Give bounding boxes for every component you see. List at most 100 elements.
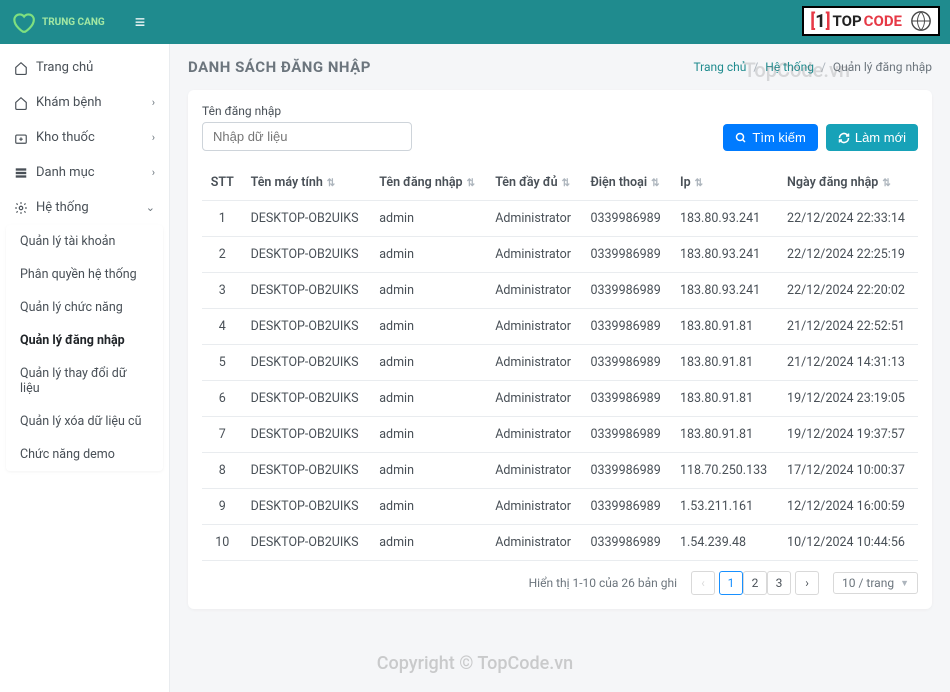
table-row[interactable]: 9DESKTOP-OB2UIKSadminAdministrator033998…: [202, 489, 918, 525]
cell-ip: 1.54.239.48: [672, 525, 779, 561]
pager-next[interactable]: ›: [795, 571, 819, 595]
col-ip[interactable]: Ip⇅: [672, 165, 779, 201]
table-row[interactable]: 1DESKTOP-OB2UIKSadminAdministrator033998…: [202, 201, 918, 237]
cell-computer: DESKTOP-OB2UIKS: [243, 237, 372, 273]
nav-item-1[interactable]: Khám bệnh›: [0, 85, 169, 120]
cell-username: admin: [371, 525, 487, 561]
cell-ip: 183.80.91.81: [672, 417, 779, 453]
list-icon: [14, 166, 28, 180]
nav-label: Kho thuốc: [36, 130, 95, 145]
cell-ip: 1.53.211.161: [672, 489, 779, 525]
table-row[interactable]: 3DESKTOP-OB2UIKSadminAdministrator033998…: [202, 273, 918, 309]
cell-date: 22/12/2024 22:33:14: [779, 201, 918, 237]
table-row[interactable]: 2DESKTOP-OB2UIKSadminAdministrator033998…: [202, 237, 918, 273]
col-computer[interactable]: Tên máy tính⇅: [243, 165, 372, 201]
home-icon: [14, 61, 28, 75]
submenu-item-1[interactable]: Phân quyền hệ thống: [6, 258, 163, 291]
table-row[interactable]: 8DESKTOP-OB2UIKSadminAdministrator033998…: [202, 453, 918, 489]
nav-item-4[interactable]: Hệ thống⌄: [0, 190, 169, 225]
search-input[interactable]: [202, 122, 412, 151]
cell-username: admin: [371, 201, 487, 237]
topbar: TRUNG CANG ≡ [1] TOPCODE: [0, 0, 950, 44]
cell-fullname: Administrator: [487, 273, 582, 309]
cell-username: admin: [371, 417, 487, 453]
cell-fullname: Administrator: [487, 489, 582, 525]
chevron-right-icon: ›: [152, 166, 155, 179]
breadcrumb: Trang chủ / Hệ thống / Quản lý đăng nhập: [693, 60, 932, 74]
col-stt[interactable]: STT: [202, 165, 243, 201]
pager-page-1[interactable]: 1: [719, 571, 743, 595]
nav-item-0[interactable]: Trang chủ: [0, 50, 169, 85]
pager-prev[interactable]: ‹: [691, 571, 715, 595]
cell-date: 22/12/2024 22:25:19: [779, 237, 918, 273]
gear-icon: [14, 201, 28, 215]
refresh-icon: [838, 132, 850, 144]
cell-username: admin: [371, 273, 487, 309]
cell-stt: 2: [202, 237, 243, 273]
breadcrumb-mid[interactable]: Hệ thống: [765, 60, 814, 74]
table-row[interactable]: 7DESKTOP-OB2UIKSadminAdministrator033998…: [202, 417, 918, 453]
cell-phone: 0339986989: [582, 525, 672, 561]
cell-computer: DESKTOP-OB2UIKS: [243, 201, 372, 237]
pager-page-2[interactable]: 2: [743, 571, 767, 595]
heart-logo-icon: [10, 9, 36, 35]
cell-ip: 183.80.91.81: [672, 345, 779, 381]
submenu-item-6[interactable]: Chức năng demo: [6, 438, 163, 471]
main-content: DANH SÁCH ĐĂNG NHẬP Trang chủ / Hệ thống…: [170, 44, 950, 692]
table-row[interactable]: 6DESKTOP-OB2UIKSadminAdministrator033998…: [202, 381, 918, 417]
pager-page-3[interactable]: 3: [767, 571, 791, 595]
nav-item-2[interactable]: Kho thuốc ›: [0, 120, 169, 155]
cell-stt: 10: [202, 525, 243, 561]
pagination-summary: Hiển thị 1-10 của 26 bản ghi: [529, 576, 677, 590]
submenu-item-0[interactable]: Quản lý tài khoản: [6, 225, 163, 258]
cell-phone: 0339986989: [582, 273, 672, 309]
col-username[interactable]: Tên đăng nhập⇅: [371, 165, 487, 201]
logo[interactable]: TRUNG CANG: [10, 9, 105, 35]
refresh-button[interactable]: Làm mới: [826, 124, 918, 151]
cell-ip: 183.80.91.81: [672, 309, 779, 345]
hamburger-icon[interactable]: ≡: [135, 12, 146, 33]
page-title: DANH SÁCH ĐĂNG NHẬP: [188, 58, 371, 76]
cell-username: admin: [371, 345, 487, 381]
nav-item-3[interactable]: Danh mục ›: [0, 155, 169, 190]
sidebar: Trang chủKhám bệnh› Kho thuốc › Danh mục › Hệ…: [0, 44, 170, 692]
submenu-item-4[interactable]: Quản lý thay đổi dữ liệu: [6, 357, 163, 405]
search-button[interactable]: Tìm kiếm: [723, 124, 817, 151]
cell-computer: DESKTOP-OB2UIKS: [243, 273, 372, 309]
chevron-down-icon: ▼: [900, 578, 909, 589]
cell-stt: 9: [202, 489, 243, 525]
login-table: STT Tên máy tính⇅ Tên đăng nhập⇅ Tên đầy…: [202, 165, 918, 561]
chevron-right-icon: ›: [152, 131, 155, 144]
cell-computer: DESKTOP-OB2UIKS: [243, 453, 372, 489]
cell-date: 12/12/2024 16:00:59: [779, 489, 918, 525]
col-phone[interactable]: Điện thoại⇅: [582, 165, 672, 201]
cell-phone: 0339986989: [582, 201, 672, 237]
logo-text: TRUNG CANG: [42, 17, 105, 28]
cell-fullname: Administrator: [487, 201, 582, 237]
cell-ip: 183.80.93.241: [672, 273, 779, 309]
table-row[interactable]: 5DESKTOP-OB2UIKSadminAdministrator033998…: [202, 345, 918, 381]
pager: ‹ 123 ›: [691, 571, 819, 595]
chevron-down-icon: ⌄: [146, 201, 155, 214]
cell-username: admin: [371, 381, 487, 417]
nav-label: Danh mục: [36, 165, 95, 180]
submenu-item-2[interactable]: Quản lý chức năng: [6, 291, 163, 324]
table-row[interactable]: 4DESKTOP-OB2UIKSadminAdministrator033998…: [202, 309, 918, 345]
breadcrumb-home[interactable]: Trang chủ: [693, 60, 746, 74]
cell-computer: DESKTOP-OB2UIKS: [243, 381, 372, 417]
cell-stt: 4: [202, 309, 243, 345]
cell-date: 21/12/2024 14:31:13: [779, 345, 918, 381]
cell-ip: 183.80.93.241: [672, 201, 779, 237]
cell-phone: 0339986989: [582, 309, 672, 345]
nav-label: Khám bệnh: [36, 95, 102, 110]
table-row[interactable]: 10DESKTOP-OB2UIKSadminAdministrator03399…: [202, 525, 918, 561]
cell-fullname: Administrator: [487, 381, 582, 417]
submenu-item-5[interactable]: Quản lý xóa dữ liệu cũ: [6, 405, 163, 438]
col-fullname[interactable]: Tên đầy đủ⇅: [487, 165, 582, 201]
submenu-item-3[interactable]: Quản lý đăng nhập: [6, 324, 163, 357]
page-size-select[interactable]: 10 / trang ▼: [833, 572, 918, 594]
col-date[interactable]: Ngày đăng nhập⇅: [779, 165, 918, 201]
cell-username: admin: [371, 453, 487, 489]
cell-fullname: Administrator: [487, 417, 582, 453]
globe-icon: [910, 10, 932, 32]
